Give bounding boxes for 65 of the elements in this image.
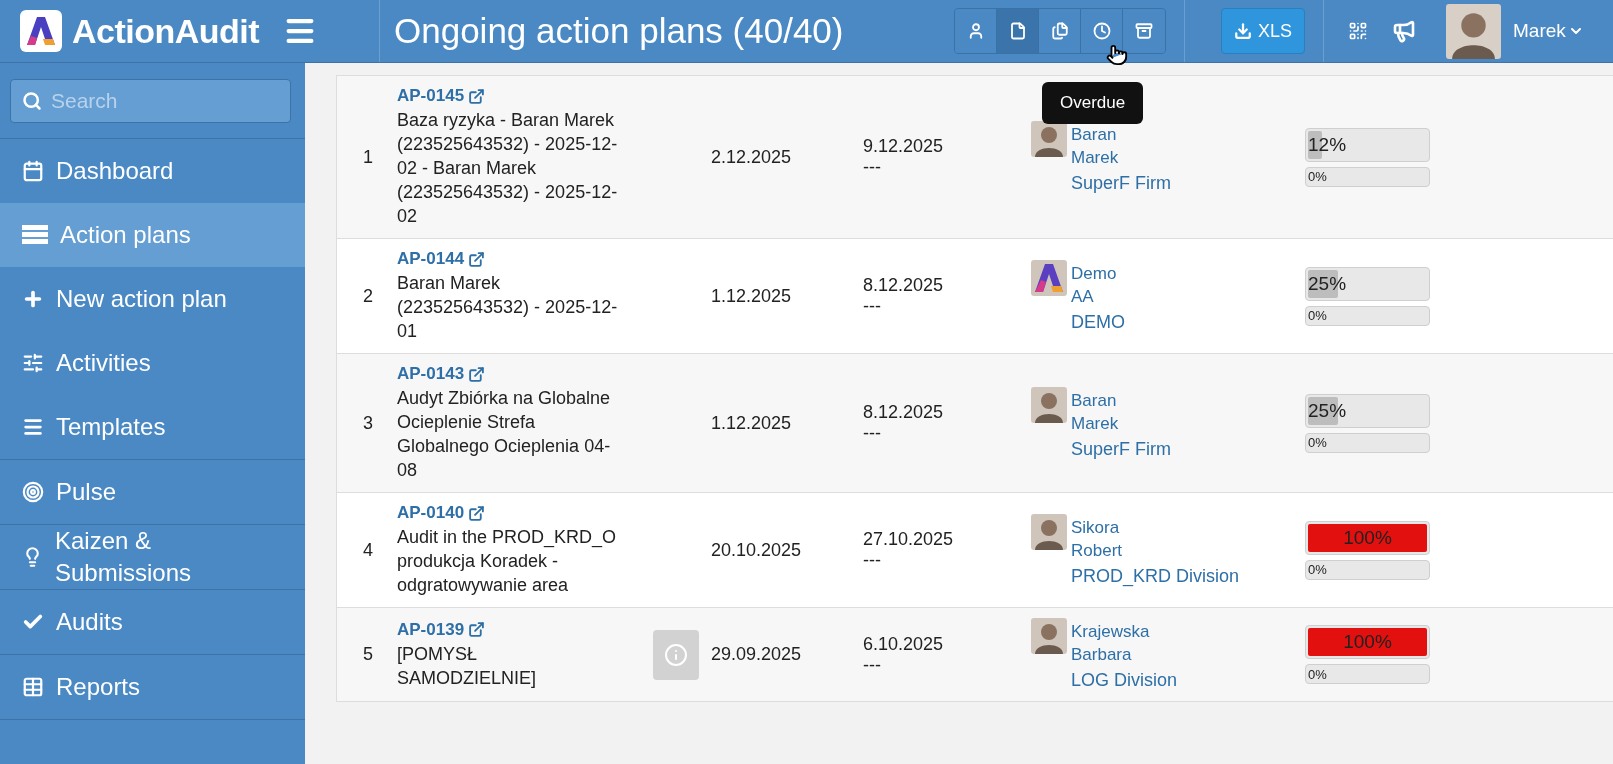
plan-description: Audit in the PROD_KRD_O produkcja Koradek - odgratowywanie area xyxy=(397,526,618,597)
due-date: 8.12.2025 xyxy=(863,275,945,296)
search-field[interactable]: Search xyxy=(10,79,291,123)
sidebar-item[interactable]: Pulse xyxy=(0,460,305,524)
sidebar-item[interactable]: Activities xyxy=(0,331,305,395)
sidebar-item[interactable]: New action plan xyxy=(0,267,305,331)
plan-link[interactable]: AP-0143 xyxy=(397,364,486,384)
plan-description: Baran Marek (223525643532) - 2025-12-01 xyxy=(397,272,619,343)
plan-link[interactable]: AP-0139 xyxy=(397,619,486,640)
owner-link[interactable]: Demo AA xyxy=(1071,261,1117,308)
start-date: 20.10.2025 xyxy=(711,539,803,561)
sidebar-item[interactable]: Kaizen & Submissions xyxy=(0,525,305,589)
tooltip: Overdue xyxy=(1042,82,1144,124)
closed-date: --- xyxy=(863,296,882,317)
owner-link[interactable]: Baran Marek xyxy=(1071,122,1119,169)
start-date: 2.12.2025 xyxy=(711,146,793,168)
sidebar-item[interactable]: Reports xyxy=(0,655,305,719)
progress-label: 100% xyxy=(1342,631,1393,653)
start-date: 1.12.2025 xyxy=(711,412,793,434)
plan-link[interactable]: AP-0144 xyxy=(397,249,486,269)
sidebar-item[interactable]: Dashboard xyxy=(0,139,305,203)
unit-link[interactable]: PROD_KRD Division xyxy=(1071,565,1240,587)
owner-link[interactable]: Krajewska Barbara xyxy=(1071,620,1150,666)
progress-label: 0% xyxy=(1307,562,1327,577)
row-number: 5 xyxy=(362,644,374,665)
progress-label: 0% xyxy=(1307,308,1327,323)
progress-label: 12% xyxy=(1307,133,1347,156)
closed-date: --- xyxy=(863,550,882,571)
plan-link[interactable]: AP-0140 xyxy=(397,503,486,523)
row-number: 1 xyxy=(362,146,374,168)
unit-link[interactable]: SuperF Firm xyxy=(1071,438,1171,460)
progress-label: 0% xyxy=(1307,666,1327,682)
unit-link[interactable]: DEMO xyxy=(1071,311,1125,333)
start-date: 29.09.2025 xyxy=(711,644,803,665)
progress-label: 0% xyxy=(1307,435,1327,450)
closed-date: --- xyxy=(863,654,882,676)
unit-link[interactable]: LOG Division xyxy=(1071,670,1178,691)
closed-date: --- xyxy=(863,423,882,444)
due-date: 6.10.2025 xyxy=(863,633,945,655)
plan-description: Baza ryzyka - Baran Marek (223525643532) - 2025-12-02 - Baran Marek (223525643532) - 2025-12-02 xyxy=(397,109,619,228)
owner-link[interactable]: Baran Marek xyxy=(1071,388,1119,435)
owner-link[interactable]: Sikora Robert xyxy=(1071,515,1122,562)
row-number: 4 xyxy=(362,539,374,561)
sidebar-item[interactable]: Templates xyxy=(0,395,305,459)
due-date: 9.12.2025 xyxy=(863,136,945,157)
plan-description: Audyt Zbiórka na Globalne Ocieplenie Strefa Globalnego Ocieplenia 04-08 xyxy=(397,387,612,482)
app-logo-text: ActionAudit xyxy=(72,11,260,51)
closed-date: --- xyxy=(863,157,882,178)
unit-link[interactable]: SuperF Firm xyxy=(1071,172,1171,194)
page-title: Ongoing action plans (40/40) xyxy=(393,11,845,51)
due-date: 8.12.2025 xyxy=(863,402,945,423)
start-date: 1.12.2025 xyxy=(711,285,793,307)
plan-description: [POMYSŁ SAMODZIELNIE] xyxy=(397,642,538,690)
sidebar-item[interactable]: Audits xyxy=(0,590,305,654)
export-button[interactable]: XLS xyxy=(1221,8,1306,54)
progress-label: 100% xyxy=(1342,526,1393,549)
row-number: 3 xyxy=(362,412,374,434)
sidebar-item[interactable]: Action plans xyxy=(0,203,305,267)
plan-link[interactable]: AP-0145 xyxy=(397,86,486,106)
user-menu-button[interactable]: Marek xyxy=(1513,20,1584,42)
due-date: 27.10.2025 xyxy=(863,529,955,550)
progress-label: 25% xyxy=(1307,399,1347,422)
row-number: 2 xyxy=(362,285,374,307)
progress-label: 0% xyxy=(1307,169,1327,184)
progress-label: 25% xyxy=(1307,272,1347,295)
